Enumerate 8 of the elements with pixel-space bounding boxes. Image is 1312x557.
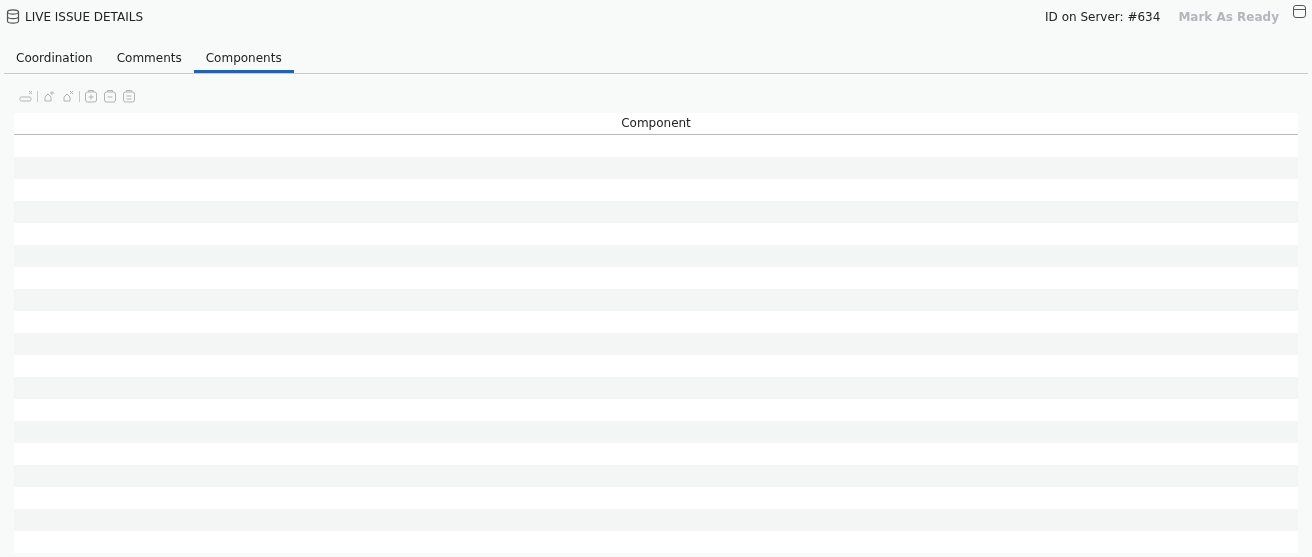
- window-icon[interactable]: [1293, 5, 1306, 18]
- server-id: ID on Server: #634: [1045, 8, 1161, 26]
- tab[interactable]: Comments: [104, 45, 194, 73]
- database-icon: [6, 9, 20, 24]
- panel-title: LIVE ISSUE DETAILS: [25, 8, 144, 26]
- column-header[interactable]: Component: [14, 113, 1298, 134]
- tab[interactable]: Coordination: [4, 45, 105, 73]
- tab[interactable]: Components: [193, 45, 294, 73]
